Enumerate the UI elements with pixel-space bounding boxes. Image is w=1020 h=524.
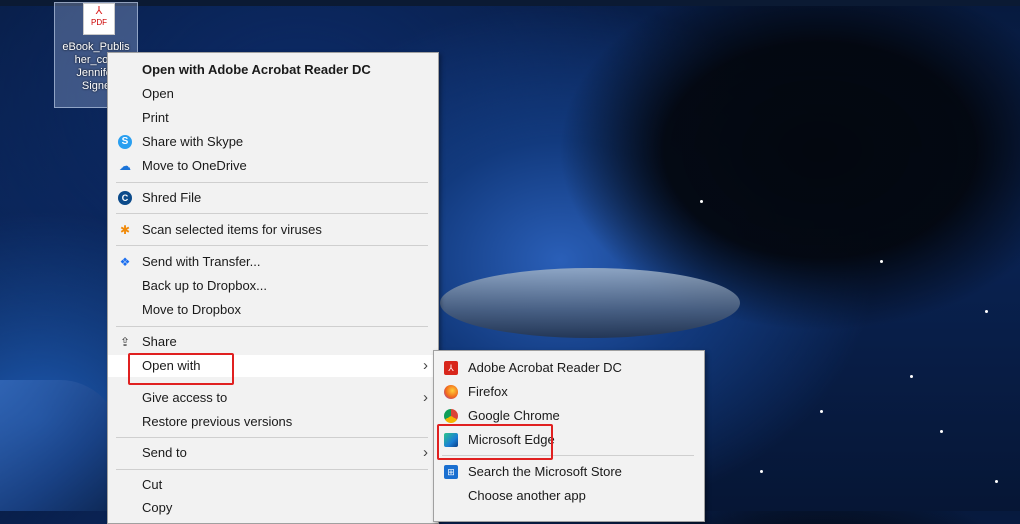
- dropbox-icon: ❖: [119, 255, 131, 269]
- submenu-item-microsoft-store[interactable]: ⊞ Search the Microsoft Store: [434, 461, 704, 483]
- menu-item-label: Move to Dropbox: [142, 302, 241, 317]
- context-menu: Open with Adobe Acrobat Reader DC Open P…: [107, 52, 439, 524]
- menu-item-copy[interactable]: Copy: [108, 497, 438, 519]
- menu-item-cut[interactable]: Cut: [108, 474, 438, 496]
- star: [940, 430, 943, 433]
- firefox-icon: [444, 385, 458, 399]
- top-strip: [0, 0, 1020, 6]
- menu-item-label: Open with Adobe Acrobat Reader DC: [142, 62, 371, 77]
- menu-item-shred-file[interactable]: C Shred File: [108, 187, 438, 209]
- menu-item-label: Scan selected items for viruses: [142, 222, 322, 237]
- chevron-right-icon: ›: [423, 357, 428, 374]
- menu-item-label: Print: [142, 110, 169, 125]
- menu-separator: [116, 182, 428, 183]
- menu-item-label: Shred File: [142, 190, 202, 205]
- menu-item-label: Move to OneDrive: [142, 158, 247, 173]
- pdf-file-label: PDF: [91, 18, 107, 27]
- menu-item-open[interactable]: Open: [108, 83, 438, 105]
- submenu-item-adobe-acrobat[interactable]: ⅄ Adobe Acrobat Reader DC: [434, 357, 704, 379]
- highlight-open-with: [128, 353, 234, 385]
- chrome-icon: [444, 409, 458, 423]
- store-icon: ⊞: [444, 465, 458, 479]
- menu-item-label: Share with Skype: [142, 134, 244, 149]
- chevron-right-icon: ›: [423, 444, 428, 461]
- spaceship-wing-graphic: [0, 380, 120, 511]
- menu-item-scan-viruses[interactable]: ✱ Scan selected items for viruses: [108, 219, 438, 241]
- menu-item-send-to[interactable]: Send to ›: [108, 442, 438, 464]
- menu-item-share[interactable]: ⇪ Share: [108, 331, 438, 353]
- menu-item-restore-previous-versions[interactable]: Restore previous versions: [108, 411, 438, 433]
- menu-item-label: Restore previous versions: [142, 414, 293, 429]
- menu-item-label: Share: [142, 334, 177, 349]
- menu-item-open-with-acrobat[interactable]: Open with Adobe Acrobat Reader DC: [108, 59, 438, 81]
- star: [985, 310, 988, 313]
- skype-icon: S: [118, 135, 132, 149]
- star: [880, 260, 883, 263]
- menu-item-give-access-to[interactable]: Give access to ›: [108, 387, 438, 409]
- antivirus-icon: ✱: [119, 223, 131, 237]
- menu-item-print[interactable]: Print: [108, 107, 438, 129]
- submenu-item-choose-another-app[interactable]: Choose another app: [434, 485, 704, 507]
- menu-separator: [116, 213, 428, 214]
- menu-item-label: Copy: [142, 500, 173, 515]
- star: [760, 470, 763, 473]
- menu-separator: [116, 245, 428, 246]
- menu-item-back-up-to-dropbox[interactable]: Back up to Dropbox...: [108, 275, 438, 297]
- submenu-item-firefox[interactable]: Firefox: [434, 381, 704, 403]
- star: [700, 200, 703, 203]
- submenu-item-label: Firefox: [468, 384, 508, 399]
- menu-item-label: Open: [142, 86, 174, 101]
- menu-item-move-to-onedrive[interactable]: ☁ Move to OneDrive: [108, 155, 438, 177]
- menu-separator: [116, 326, 428, 327]
- acrobat-glyph-icon: ⅄: [95, 5, 103, 17]
- chevron-right-icon: ›: [423, 389, 428, 406]
- menu-item-share-with-skype[interactable]: S Share with Skype: [108, 131, 438, 153]
- submenu-item-label: Adobe Acrobat Reader DC: [468, 360, 622, 375]
- share-icon: ⇪: [119, 335, 131, 349]
- shred-icon: C: [118, 191, 132, 205]
- acrobat-icon: ⅄: [444, 361, 458, 375]
- star: [910, 375, 913, 378]
- menu-separator: [116, 469, 428, 470]
- menu-item-label: Send with Transfer...: [142, 254, 261, 269]
- onedrive-icon: ☁: [119, 159, 131, 173]
- menu-item-send-with-transfer[interactable]: ❖ Send with Transfer...: [108, 251, 438, 273]
- menu-item-label: Cut: [142, 477, 163, 492]
- submenu-item-label: Search the Microsoft Store: [468, 464, 622, 479]
- spaceship-graphic: [440, 268, 740, 338]
- menu-item-label: Send to: [142, 445, 187, 460]
- menu-item-move-to-dropbox[interactable]: Move to Dropbox: [108, 299, 438, 321]
- menu-separator: [116, 437, 428, 438]
- menu-item-label: Give access to: [142, 390, 228, 405]
- submenu-item-label: Choose another app: [468, 488, 586, 503]
- star: [820, 410, 823, 413]
- star: [995, 480, 998, 483]
- menu-item-label: Back up to Dropbox...: [142, 278, 268, 293]
- highlight-microsoft-edge: [437, 424, 553, 460]
- pdf-file-icon: ⅄ PDF: [83, 3, 115, 35]
